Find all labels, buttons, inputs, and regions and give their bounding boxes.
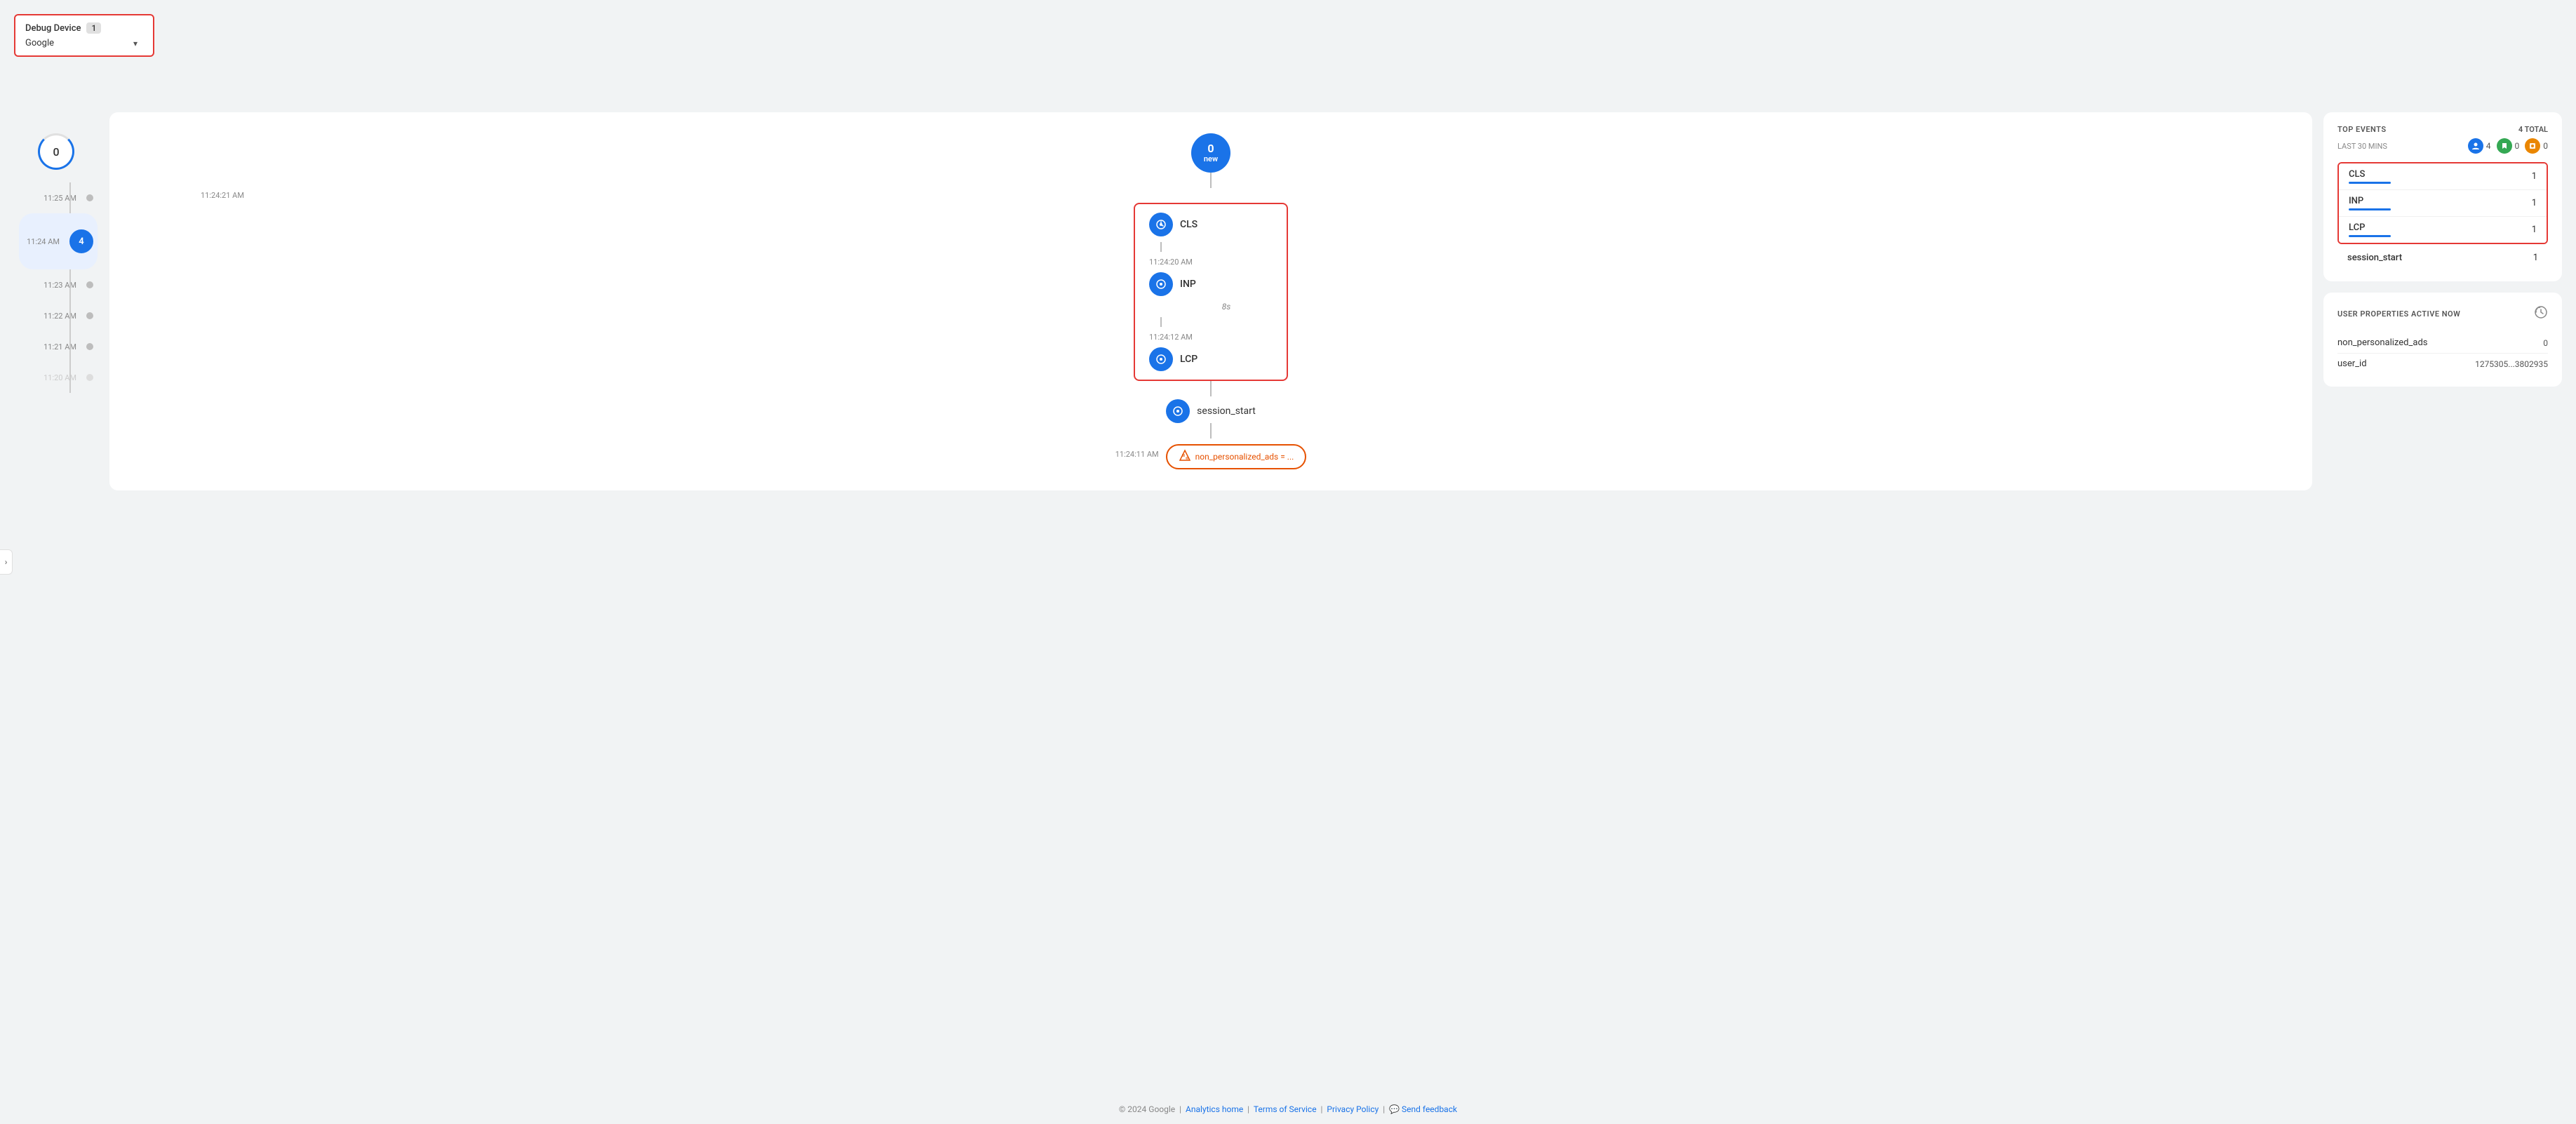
user-prop-row-ads: non_personalized_ads 0	[2337, 333, 2548, 354]
event-count-lcp: 1	[2532, 225, 2537, 235]
debug-device-select[interactable]: Google ▾	[25, 38, 137, 48]
footer-link-privacy[interactable]: Privacy Policy	[1327, 1104, 1378, 1114]
event-name-session-start: session_start	[2347, 253, 2402, 263]
selected-device-label: Google	[25, 38, 54, 48]
user-prop-value-ads: 0	[2543, 338, 2548, 348]
event-name-lcp: LCP	[2349, 222, 2391, 233]
user-props-header: USER PROPERTIES ACTIVE NOW	[2337, 305, 2548, 323]
session-start-icon	[1166, 399, 1190, 423]
debug-device-header: Debug Device 1	[25, 22, 143, 34]
right-panels: TOP EVENTS 4 TOTAL LAST 30 MINS	[2323, 112, 2562, 387]
top-events-total: 4 TOTAL	[2518, 125, 2548, 134]
debug-device-label: Debug Device	[25, 23, 81, 34]
timeline-panel: 0 11:25 AM 11:24 AM 4	[14, 133, 98, 393]
top-events-header: TOP EVENTS 4 TOTAL	[2337, 125, 2548, 134]
top-events-icons: 4 0	[2468, 138, 2548, 154]
user-prop-icon	[1179, 449, 1191, 464]
user-prop-label: non_personalized_ads = ...	[1195, 452, 1294, 462]
flow-connector-bottom	[1210, 423, 1212, 439]
footer-copyright: © 2024 Google	[1119, 1104, 1175, 1114]
event-count-inp: 1	[2532, 198, 2537, 208]
user-prop-badge: non_personalized_ads = ...	[1166, 444, 1307, 469]
timeline-label-1124: 11:24 AM	[19, 237, 60, 246]
cls-icon	[1149, 213, 1173, 236]
event-name-inp: INP	[2349, 196, 2391, 206]
top-events-subheader: LAST 30 MINS 4	[2337, 138, 2548, 154]
cls-label: CLS	[1180, 219, 1198, 230]
feedback-icon: 💬	[1389, 1104, 1400, 1114]
flow-new-badge: 0 new	[1191, 133, 1230, 173]
top-events-time: LAST 30 MINS	[2337, 142, 2387, 151]
timeline-dot-1125	[86, 194, 93, 201]
flow-event-row-inp: INP	[1149, 272, 1273, 296]
flow-connector-mid	[1210, 381, 1212, 396]
highlighted-events-box: CLS 1 INP 1 LCP	[2337, 162, 2548, 244]
event-row-inp: INP 1	[2339, 190, 2547, 217]
user-prop-value-userid: 1275305...3802935	[2475, 359, 2548, 369]
footer-link-analytics[interactable]: Analytics home	[1186, 1104, 1243, 1114]
session-start-label: session_start	[1197, 406, 1256, 417]
inp-icon	[1149, 272, 1173, 296]
flow-events-box: CLS 11:24:20 AM	[1134, 203, 1288, 381]
orange-count: 0	[2543, 141, 2548, 151]
user-prop-name-userid: user_id	[2337, 359, 2367, 369]
event-count-session-start: 1	[2533, 253, 2538, 263]
event-bar-inp	[2349, 208, 2391, 210]
collapse-toggle[interactable]: ›	[0, 549, 13, 575]
blue-count: 4	[2486, 141, 2491, 151]
timeline-dot-1122	[86, 312, 93, 319]
flow-event-row-cls: CLS	[1149, 213, 1273, 236]
normal-events-box: session_start 1	[2337, 247, 2548, 269]
flow-event-row-lcp: LCP	[1149, 347, 1273, 371]
event-bar-lcp	[2349, 235, 2391, 237]
event-icon-blue: 4	[2468, 138, 2491, 154]
flow-timestamp-4: 11:24:11 AM	[1115, 450, 1159, 459]
chevron-down-icon: ▾	[133, 39, 137, 48]
footer: © 2024 Google | Analytics home | Terms o…	[0, 1095, 2576, 1124]
user-properties-panel: USER PROPERTIES ACTIVE NOW non_personali…	[2323, 293, 2562, 387]
event-count-cls: 1	[2532, 171, 2537, 182]
orange-circle-icon	[2525, 138, 2540, 154]
flow-timestamp-1: 11:24:21 AM	[201, 191, 244, 200]
inp-label: INP	[1180, 279, 1196, 290]
top-events-panel: TOP EVENTS 4 TOTAL LAST 30 MINS	[2323, 112, 2562, 281]
debug-device-panel: Debug Device 1 Google ▾	[14, 14, 154, 57]
event-flow-panel: 0 new 11:24:21 AM	[109, 112, 2312, 490]
blue-circle-icon	[2468, 138, 2483, 154]
event-row-session-start: session_start 1	[2337, 247, 2548, 269]
green-circle-icon	[2497, 138, 2512, 154]
footer-link-tos[interactable]: Terms of Service	[1254, 1104, 1317, 1114]
event-row-cls: CLS 1	[2339, 163, 2547, 190]
user-prop-name-ads: non_personalized_ads	[2337, 337, 2427, 348]
timeline-top-circle: 0	[38, 133, 74, 170]
top-events-title: TOP EVENTS	[2337, 125, 2387, 134]
user-prop-row-userid: user_id 1275305...3802935	[2337, 354, 2548, 374]
flow-inner-connector-1	[1160, 242, 1162, 252]
green-count: 0	[2515, 141, 2520, 151]
event-bar-cls	[2349, 182, 2391, 184]
debug-count-badge: 1	[86, 22, 101, 34]
flow-time-gap: 8s	[1222, 302, 1231, 312]
flow-timestamp-2: 11:24:20 AM	[1149, 257, 1193, 267]
timeline-dot-1123	[86, 281, 93, 288]
lcp-icon	[1149, 347, 1173, 371]
chevron-icon: ›	[5, 557, 8, 567]
user-props-title: USER PROPERTIES ACTIVE NOW	[2337, 309, 2460, 319]
flow-session-row: session_start	[1166, 399, 1256, 423]
timeline-dot-1121	[86, 343, 93, 350]
flow-inner-connector-2	[1160, 317, 1162, 327]
history-icon[interactable]	[2534, 305, 2548, 323]
event-icon-orange: 0	[2525, 138, 2548, 154]
timeline-dot-1120	[86, 374, 93, 381]
timeline-dot-1124-active: 4	[69, 229, 93, 253]
event-row-lcp: LCP 1	[2339, 217, 2547, 243]
event-icon-green: 0	[2497, 138, 2520, 154]
lcp-label: LCP	[1180, 354, 1198, 365]
flow-connector-top	[1210, 173, 1212, 188]
event-name-cls: CLS	[2349, 169, 2391, 180]
flow-timestamp-3: 11:24:12 AM	[1149, 333, 1193, 342]
footer-link-feedback[interactable]: 💬 Send feedback	[1389, 1104, 1457, 1114]
